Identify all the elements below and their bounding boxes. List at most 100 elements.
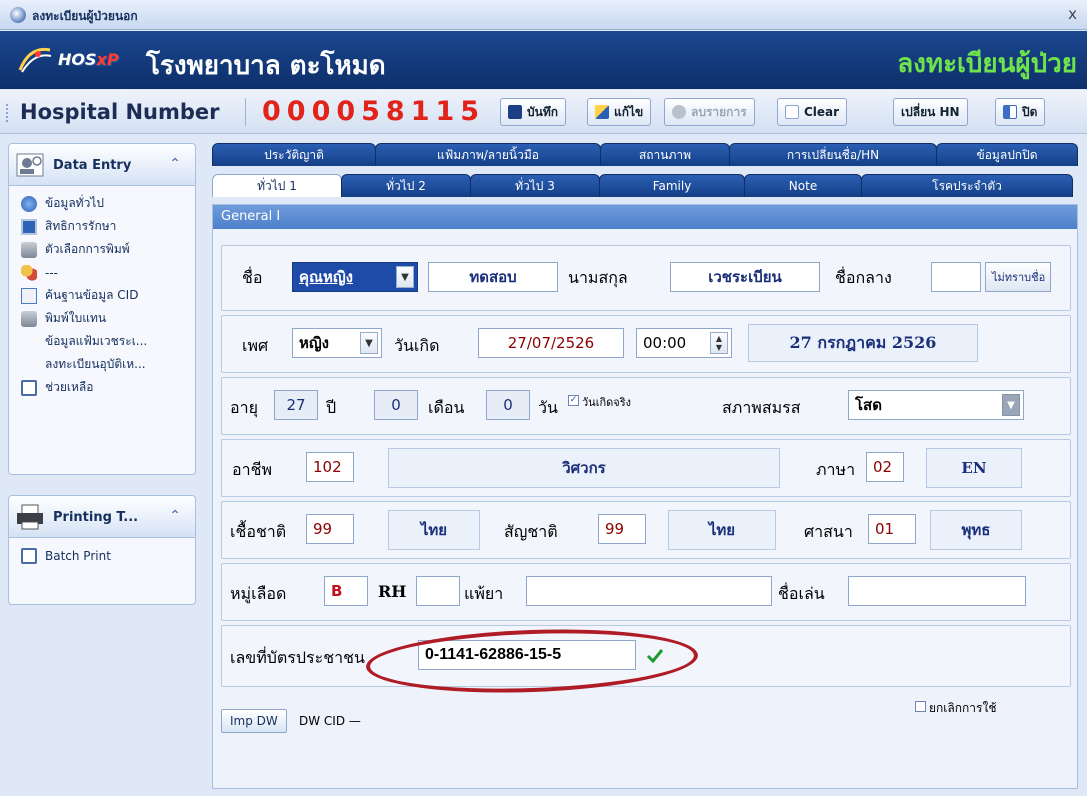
save-button[interactable]: บันทึก <box>500 98 566 126</box>
middle-name-field[interactable] <box>931 262 981 292</box>
language-name: EN <box>926 448 1022 488</box>
marital-label: สภาพสมรส <box>722 398 801 417</box>
help-icon <box>21 379 37 396</box>
time-spinner-icon[interactable]: ▲ ▼ <box>710 332 728 354</box>
dropdown-arrow-icon[interactable]: ▼ <box>396 266 414 288</box>
nav-item-label: ข้อมูลทั่วไป <box>45 196 104 210</box>
blood-field[interactable]: B <box>324 576 368 606</box>
cid-field[interactable]: 0-1141-62886-15-5 <box>418 640 636 670</box>
occupation-code-field[interactable]: 102 <box>306 452 354 482</box>
name-label: ชื่อ <box>242 268 263 287</box>
tab-note[interactable]: Note <box>744 174 862 197</box>
nav-item-label: ช่วยเหลือ <box>45 380 94 394</box>
dob-text: 27 กรกฎาคม 2526 <box>748 324 978 362</box>
edit-button[interactable]: แก้ไข <box>587 98 652 126</box>
close-button[interactable]: ปิด <box>995 98 1046 126</box>
tab-status[interactable]: สถานภาพ <box>600 143 730 166</box>
tab-row-top: ประวัติญาติ แฟ้มภาพ/ลายนิ้วมือ สถานภาพ ก… <box>212 143 1078 166</box>
data-entry-header[interactable]: Data Entry ⌃ <box>9 144 195 186</box>
imp-dw-button[interactable]: Imp DW <box>221 709 287 733</box>
tab-confidential[interactable]: ข้อมูลปกปิด <box>936 143 1078 166</box>
nationality-code-field[interactable]: 99 <box>598 514 646 544</box>
close-window-icon[interactable]: x <box>1068 5 1077 23</box>
dob-time-field[interactable]: 00:00 ▲ ▼ <box>636 328 732 358</box>
window-title: ลงทะเบียนผู้ป่วยนอก <box>32 9 138 23</box>
age-years-field: 27 <box>274 390 318 420</box>
tab-photo-fingerprint[interactable]: แฟ้มภาพ/ลายนิ้วมือ <box>375 143 601 166</box>
nav-item-cid-search[interactable]: ค้นฐานข้อมูล CID <box>9 284 195 307</box>
cancel-use-label: ยกเลิกการใช้ <box>929 701 997 715</box>
sex-value: หญิง <box>299 334 329 352</box>
eraser-icon <box>785 105 799 119</box>
prefix-select[interactable]: คุณหญิง ▼ <box>292 262 418 292</box>
real-dob-checkbox[interactable]: ✓ <box>568 395 579 406</box>
nav-item-accident-register[interactable]: ลงทะเบียนอุบัติเห... <box>9 353 195 376</box>
unknown-name-button[interactable]: ไม่ทราบชื่อ <box>985 262 1051 292</box>
clear-button[interactable]: Clear <box>777 98 848 126</box>
nav-item-rights[interactable]: สิทธิการรักษา <box>9 215 195 238</box>
collapse-chevron-icon[interactable]: ⌃ <box>169 508 181 524</box>
dropdown-arrow-icon[interactable]: ▼ <box>1002 394 1020 416</box>
prefix-value: คุณหญิง <box>299 268 353 286</box>
cancel-use-checkbox[interactable] <box>915 701 926 712</box>
language-code-field[interactable]: 02 <box>866 452 904 482</box>
occupation-name: วิศวกร <box>388 448 780 488</box>
nav-item-label: ลงทะเบียนอุบัติเห... <box>45 357 146 371</box>
blood-label: หมู่เลือด <box>230 584 287 603</box>
marital-select[interactable]: โสด ▼ <box>848 390 1024 420</box>
tab-family[interactable]: Family <box>599 174 745 197</box>
nav-item-general[interactable]: ข้อมูลทั่วไป <box>9 192 195 215</box>
religion-code-field[interactable]: 01 <box>868 514 916 544</box>
nav-item-dash[interactable]: --- <box>9 261 195 284</box>
delete-button[interactable]: ลบรายการ <box>664 98 755 126</box>
nav-item-reprint[interactable]: พิมพ์ใบแทน <box>9 307 195 330</box>
tab-name-hn-change[interactable]: การเปลี่ยนชื่อ/HN <box>729 143 937 166</box>
tab-general-1[interactable]: ทั่วไป 1 <box>212 174 342 197</box>
tab-general-3[interactable]: ทั่วไป 3 <box>470 174 600 197</box>
clear-label: Clear <box>804 105 840 119</box>
print-batch-icon <box>21 547 37 564</box>
tab-chronic-disease[interactable]: โรคประจำตัว <box>861 174 1073 197</box>
left-panel: Data Entry ⌃ ข้อมูลทั่วไป สิทธิการรักษา … <box>8 143 196 789</box>
age-section: อายุ 27 ปี 0 เดือน 0 วัน ✓ วันเกิดจริง ส… <box>221 377 1071 435</box>
tab-general-2[interactable]: ทั่วไป 2 <box>341 174 471 197</box>
tab-relatives[interactable]: ประวัติญาติ <box>212 143 376 166</box>
middle-name-label: ชื่อกลาง <box>835 268 892 287</box>
toolbar-grip[interactable] <box>6 104 9 122</box>
nickname-field[interactable] <box>848 576 1026 606</box>
name-section: ชื่อ คุณหญิง ▼ ทดสอบ นามสกุล เวชระเบียน … <box>221 245 1071 311</box>
days-label: วัน <box>538 398 558 417</box>
banner: HOSxP โรงพยาบาล ตะโหมด ลงทะเบียนผู้ป่วย <box>0 31 1087 89</box>
age-months-field: 0 <box>374 390 418 420</box>
collapse-chevron-icon[interactable]: ⌃ <box>169 156 181 172</box>
nav-item-medical-record[interactable]: ข้อมูลแฟ้มเวชระเ... <box>9 330 195 353</box>
change-hn-button[interactable]: เปลี่ยน HN <box>893 98 968 126</box>
general-panel: General I ชื่อ คุณหญิง ▼ ทดสอบ นามสกุล เ… <box>212 204 1078 789</box>
sex-select[interactable]: หญิง ▼ <box>292 328 382 358</box>
religion-name: พุทธ <box>930 510 1022 550</box>
first-name-field[interactable]: ทดสอบ <box>428 262 558 292</box>
allergy-field[interactable] <box>526 576 772 606</box>
dropdown-arrow-icon[interactable]: ▼ <box>360 332 378 354</box>
nickname-label: ชื่อเล่น <box>778 584 825 603</box>
sex-dob-section: เพศ หญิง ▼ วันเกิด 27/07/2526 00:00 ▲ ▼ 2… <box>221 315 1071 373</box>
marital-value: โสด <box>855 396 882 414</box>
nav-item-label: ตัวเลือกการพิมพ์ <box>45 242 130 256</box>
nav-item-help[interactable]: ช่วยเหลือ <box>9 376 195 399</box>
nav-item-batch-print[interactable]: Batch Print <box>9 544 195 567</box>
dob-field[interactable]: 27/07/2526 <box>478 328 624 358</box>
nav-item-label: Batch Print <box>45 548 111 563</box>
logo-swoosh-icon <box>18 47 52 73</box>
ethnicity-code-field[interactable]: 99 <box>306 514 354 544</box>
monitor-icon <box>21 218 37 235</box>
nav-item-print-options[interactable]: ตัวเลือกการพิมพ์ <box>9 238 195 261</box>
app-icon <box>10 7 26 23</box>
rh-field[interactable] <box>416 576 460 606</box>
hn-label: Hospital Number <box>20 100 220 124</box>
nationality-name: ไทย <box>668 510 776 550</box>
printer-icon <box>21 310 37 327</box>
printing-header[interactable]: Printing T... ⌃ <box>9 496 195 538</box>
surname-field[interactable]: เวชระเบียน <box>670 262 820 292</box>
language-label: ภาษา <box>816 460 856 479</box>
edit-label: แก้ไข <box>614 104 644 119</box>
